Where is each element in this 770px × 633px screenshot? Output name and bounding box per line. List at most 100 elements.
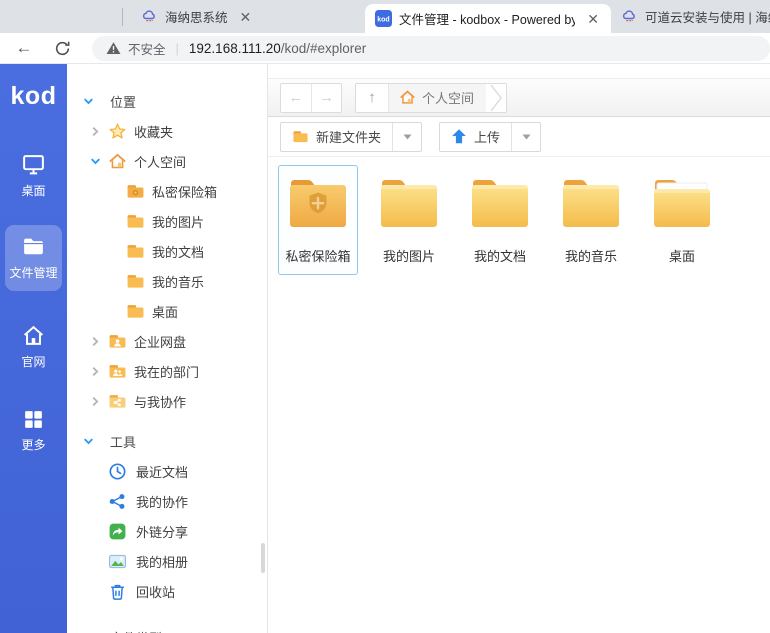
url-field[interactable]: 不安全 | 192.168.111.20/kod/#explorer [92, 36, 770, 61]
upload-dropdown-button[interactable] [511, 123, 540, 151]
chevron-icon[interactable] [89, 396, 101, 407]
tab-list: 海纳思系统 ✕ kod 文件管理 - kodbox - Powered by ✕… [131, 0, 770, 33]
tree-item-label: 我的协作 [136, 492, 188, 511]
app-sidebar-item[interactable]: 更多 [0, 402, 67, 459]
home-icon [399, 89, 416, 106]
browser-chrome-icon[interactable] [6, 2, 36, 32]
kodbox-app: kod 桌面 文件管理 官网 更多 位置 收藏夹 [0, 64, 770, 633]
security-label[interactable]: 不安全 [128, 39, 166, 58]
file-name: 桌面 [669, 246, 695, 265]
app-sidebar-item[interactable]: 官网 [0, 317, 67, 376]
tree-item[interactable]: 我的音乐 [67, 266, 267, 296]
tree-item-icon [108, 392, 127, 411]
tab-favicon-icon [141, 8, 158, 25]
app-sidebar-item-icon [5, 234, 62, 259]
upload-button[interactable]: 上传 [440, 123, 511, 151]
tree-item[interactable]: 文件类型 [67, 622, 267, 633]
tree-item[interactable]: 我的图片 [67, 206, 267, 236]
folder-icon [651, 176, 713, 230]
svg-text:kod: kod [377, 17, 389, 24]
tree-item[interactable]: 外链分享 [67, 516, 267, 546]
tab-favicon-icon: kod [375, 10, 392, 27]
chevron-icon[interactable] [82, 96, 94, 107]
tree-item-label: 最近文档 [136, 462, 188, 481]
browser-back-icon[interactable]: ← [10, 34, 38, 62]
tree-item[interactable]: 位置 [67, 86, 267, 116]
browser-chrome-icon[interactable] [44, 2, 74, 32]
tree-item-icon [126, 182, 145, 201]
upload-group: 上传 [439, 122, 541, 152]
file-item[interactable]: 我的文档 [460, 165, 540, 275]
tree-item-label: 回收站 [136, 582, 175, 601]
upload-arrow-icon [451, 128, 467, 145]
kod-logo[interactable]: kod [11, 82, 57, 120]
tree-item[interactable]: 与我协作 [67, 386, 267, 416]
tree-item-icon [126, 242, 145, 261]
file-grid: 私密保险箱 我的图片 我的文档 我的音乐 桌面 [268, 157, 770, 633]
tree-item[interactable]: 私密保险箱 [67, 176, 267, 206]
browser-tab[interactable]: 可道云安装与使用 | 海纳思 [611, 0, 770, 33]
tree-item-icon [126, 212, 145, 231]
tree-item[interactable]: 回收站 [67, 576, 267, 606]
tree-item[interactable]: 工具 [67, 426, 267, 456]
tree-item-icon [108, 582, 127, 601]
tree-sidebar: 位置 收藏夹 个人空间 私密保险箱 我的图片 我的文档 [67, 64, 268, 633]
app-sidebar-item-label: 更多 [21, 438, 45, 452]
new-folder-button[interactable]: 新建文件夹 [281, 123, 392, 151]
tree-item[interactable]: 个人空间 [67, 146, 267, 176]
tree-scrollbar[interactable] [261, 543, 265, 573]
folder-icon [469, 176, 531, 230]
tree-item[interactable]: 我的相册 [67, 546, 267, 576]
up-button[interactable]: ↑ [356, 84, 389, 112]
tree-item[interactable]: 企业网盘 [67, 326, 267, 356]
new-folder-dropdown-button[interactable] [392, 123, 421, 151]
browser-chrome-icon[interactable] [82, 2, 112, 32]
app-sidebar: kod 桌面 文件管理 官网 更多 [0, 64, 67, 633]
chevron-icon[interactable] [89, 126, 101, 137]
folder-icon [287, 176, 349, 230]
forward-button[interactable]: → [311, 84, 341, 112]
chevron-icon[interactable] [89, 366, 101, 377]
app-sidebar-item[interactable]: 桌面 [0, 146, 67, 205]
url-host: 192.168.111.20 [189, 41, 281, 56]
action-toolbar: 新建文件夹 上传 [268, 117, 770, 157]
tree-item[interactable]: 桌面 [67, 296, 267, 326]
tree-item-label: 企业网盘 [134, 332, 186, 351]
breadcrumb-separator-icon [486, 84, 506, 112]
app-sidebar-item[interactable]: 文件管理 [5, 225, 62, 291]
browser-tab[interactable]: kod 文件管理 - kodbox - Powered by ✕ [365, 4, 611, 33]
tree-item[interactable]: 我在的部门 [67, 356, 267, 386]
browser-reload-icon[interactable] [48, 34, 76, 62]
tree-item-label: 我的文档 [152, 242, 204, 261]
file-item[interactable]: 我的图片 [369, 165, 449, 275]
upload-label: 上传 [474, 127, 500, 146]
browser-tab[interactable]: 海纳思系统 ✕ [131, 0, 365, 33]
tree-item[interactable]: 收藏夹 [67, 116, 267, 146]
file-item[interactable]: 我的音乐 [551, 165, 631, 275]
divider [122, 8, 123, 26]
tree-item-icon [108, 552, 127, 571]
tree-item[interactable]: 我的协作 [67, 486, 267, 516]
tree-item[interactable]: 我的文档 [67, 236, 267, 266]
tree-item-label: 与我协作 [134, 392, 186, 411]
breadcrumb[interactable]: 个人空间 [389, 84, 486, 112]
app-sidebar-item-icon [0, 408, 67, 431]
not-secure-warning-icon [106, 41, 121, 55]
tree-item[interactable]: 最近文档 [67, 456, 267, 486]
back-button[interactable]: ← [281, 84, 311, 112]
tab-title: 可道云安装与使用 | 海纳思 [645, 7, 770, 26]
chevron-icon[interactable] [89, 156, 101, 167]
chevron-icon[interactable] [82, 436, 94, 447]
tree-item-icon [108, 522, 127, 541]
chevron-icon[interactable] [89, 336, 101, 347]
tree-item-label: 私密保险箱 [152, 182, 217, 201]
file-item[interactable]: 桌面 [642, 165, 722, 275]
tab-close-icon[interactable]: ✕ [583, 10, 603, 28]
app-sidebar-item-label: 桌面 [21, 184, 45, 198]
tree-item-icon [126, 272, 145, 291]
tree-item-label: 桌面 [152, 302, 178, 321]
app-sidebar-item-label: 文件管理 [9, 266, 57, 280]
file-name: 我的文档 [474, 246, 526, 265]
file-item[interactable]: 私密保险箱 [278, 165, 358, 275]
tab-close-icon[interactable]: ✕ [236, 8, 256, 26]
